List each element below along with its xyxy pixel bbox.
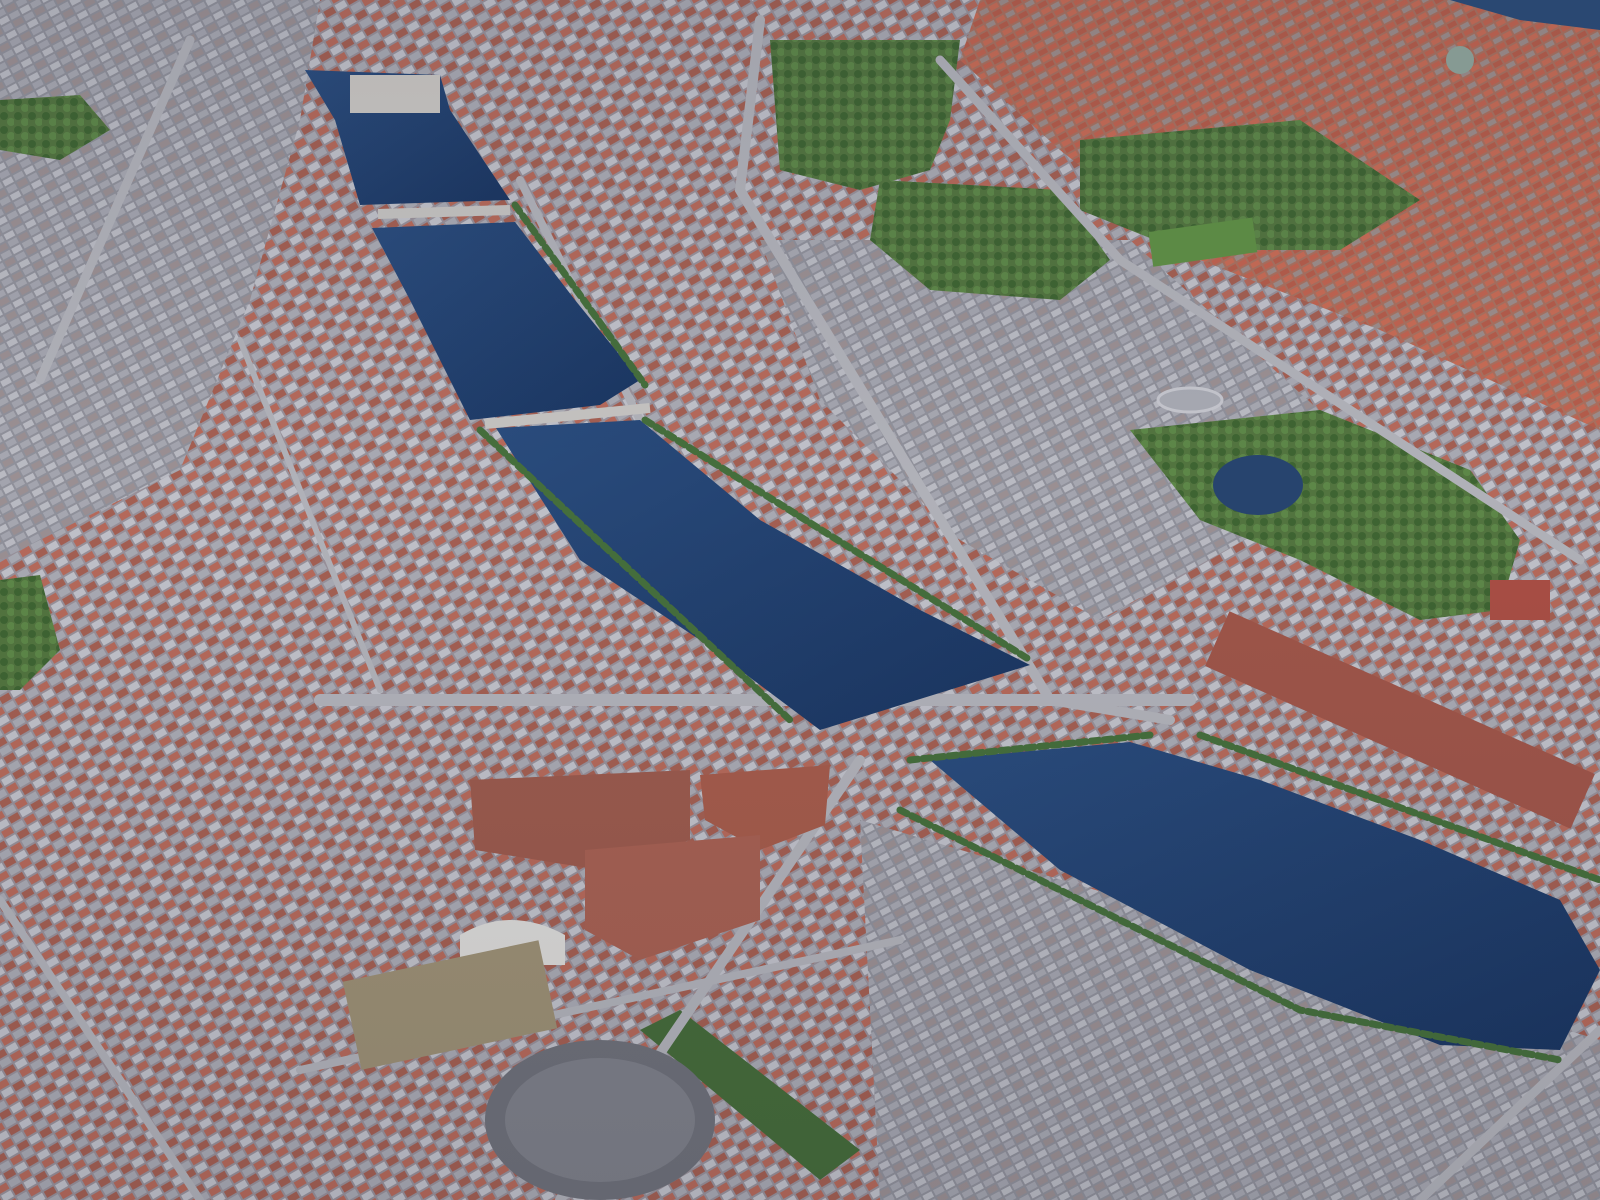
round-plaza (1156, 386, 1224, 414)
lake-pier (350, 75, 440, 113)
marble-church-dome (1446, 46, 1474, 74)
red-tower-block (1490, 580, 1550, 620)
aerial-city-view[interactable] (0, 0, 1600, 1200)
bridge-north (377, 205, 511, 219)
city-map-canvas[interactable] (0, 0, 1600, 1200)
park-pond (1213, 455, 1303, 515)
